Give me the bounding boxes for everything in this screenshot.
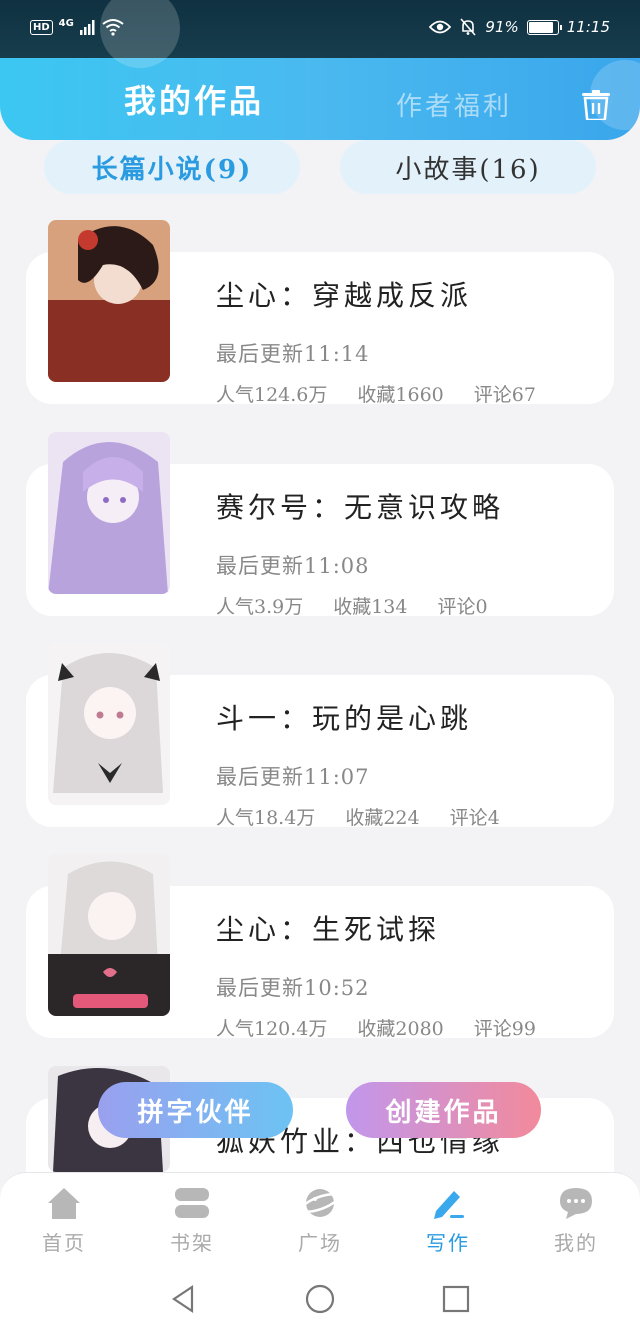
nav-label: 我的 [554,1231,598,1255]
work-last-update: 最后更新11:14 [216,342,370,366]
nav-label: 广场 [298,1231,342,1255]
status-right: 91% 11:15 [429,18,610,36]
hd-badge: HD [30,19,53,35]
work-cover[interactable] [48,432,170,594]
category-novels[interactable]: 长篇小说(9) [44,140,300,194]
chat-bubble-icon [560,1188,592,1219]
mute-bell-icon [460,18,477,36]
pen-icon [434,1191,464,1219]
work-comments: 评论4 [449,807,500,829]
clock: 11:15 [566,18,610,36]
trash-icon[interactable] [582,90,610,120]
work-item[interactable]: 尘心：生死试探 最后更新10:52 人气120.4万 收藏2080 评论99 [0,854,640,1044]
battery-fill [528,21,554,33]
nav-label: 写作 [426,1231,470,1255]
work-item[interactable]: 赛尔号：无意识攻略 最后更新11:08 人气3.9万 收藏134 评论0 [0,432,640,622]
work-title: 尘心：生死试探 [216,913,441,946]
work-favorites: 收藏1660 [357,384,444,406]
work-stats: 人气120.4万 收藏2080 评论99 [216,1014,536,1041]
writing-partner-button[interactable]: 拼字伙伴 [98,1082,293,1138]
cover-art [48,220,170,382]
work-title: 赛尔号：无意识攻略 [216,491,505,524]
nav-square[interactable]: 广场 [256,1173,384,1268]
bookshelf-icon [175,1188,209,1218]
work-popularity: 人气124.6万 [216,384,328,406]
bottom-nav: 首页 书架 广场 写作 我的 [0,1172,640,1268]
recents-square-icon[interactable] [442,1285,470,1313]
work-cover[interactable] [48,220,170,382]
nav-home[interactable]: 首页 [0,1173,128,1268]
work-stats: 人气3.9万 收藏134 评论0 [216,592,488,619]
work-popularity: 人气120.4万 [216,1018,328,1040]
work-comments: 评论99 [473,1018,536,1040]
nav-writing[interactable]: 写作 [384,1173,512,1268]
system-nav-bar [0,1268,640,1330]
back-icon[interactable] [170,1284,196,1314]
home-icon [48,1188,80,1219]
work-title: 尘心：穿越成反派 [216,279,473,312]
battery-icon [526,19,562,35]
signal-icon [79,20,95,35]
work-favorites: 收藏2080 [357,1018,444,1040]
network-type: 4G [58,17,74,29]
work-last-update: 最后更新10:52 [216,976,370,1000]
work-cover[interactable] [48,854,170,1016]
cover-art [48,854,170,1016]
work-popularity: 人气3.9万 [216,596,304,618]
battery-percent: 91% [485,18,519,36]
work-stats: 人气18.4万 收藏224 评论4 [216,803,500,830]
work-stats: 人气124.6万 收藏1660 评论67 [216,380,536,407]
work-favorites: 收藏224 [345,807,420,829]
work-title: 斗一：玩的是心跳 [216,702,473,735]
work-item[interactable]: 尘心：穿越成反派 最后更新11:14 人气124.6万 收藏1660 评论67 [0,220,640,410]
work-cover[interactable] [48,643,170,805]
tab-my-works[interactable]: 我的作品 [124,76,264,122]
nav-label: 首页 [42,1231,86,1255]
work-popularity: 人气18.4万 [216,807,316,829]
create-work-button[interactable]: 创建作品 [346,1082,541,1138]
status-bar: HD 4G 91% 11:15 [0,0,640,58]
nav-bookshelf[interactable]: 书架 [128,1173,256,1268]
top-header: 我的作品 作者福利 [0,0,640,140]
work-item[interactable]: 斗一：玩的是心跳 最后更新11:07 人气18.4万 收藏224 评论4 [0,643,640,833]
decor-bubble [100,0,180,68]
work-favorites: 收藏134 [333,596,408,618]
work-comments: 评论0 [437,596,488,618]
cover-art [48,643,170,805]
home-circle-icon[interactable] [305,1284,335,1314]
cover-art [48,432,170,594]
nav-mine[interactable]: 我的 [512,1173,640,1268]
tab-author-welfare[interactable]: 作者福利 [396,86,512,123]
nav-label: 书架 [170,1231,214,1255]
category-short-stories[interactable]: 小故事(16) [340,140,596,194]
work-last-update: 最后更新11:07 [216,765,370,789]
work-comments: 评论67 [473,384,536,406]
eye-icon [429,20,452,34]
work-last-update: 最后更新11:08 [216,554,370,578]
planet-icon [300,1189,340,1217]
